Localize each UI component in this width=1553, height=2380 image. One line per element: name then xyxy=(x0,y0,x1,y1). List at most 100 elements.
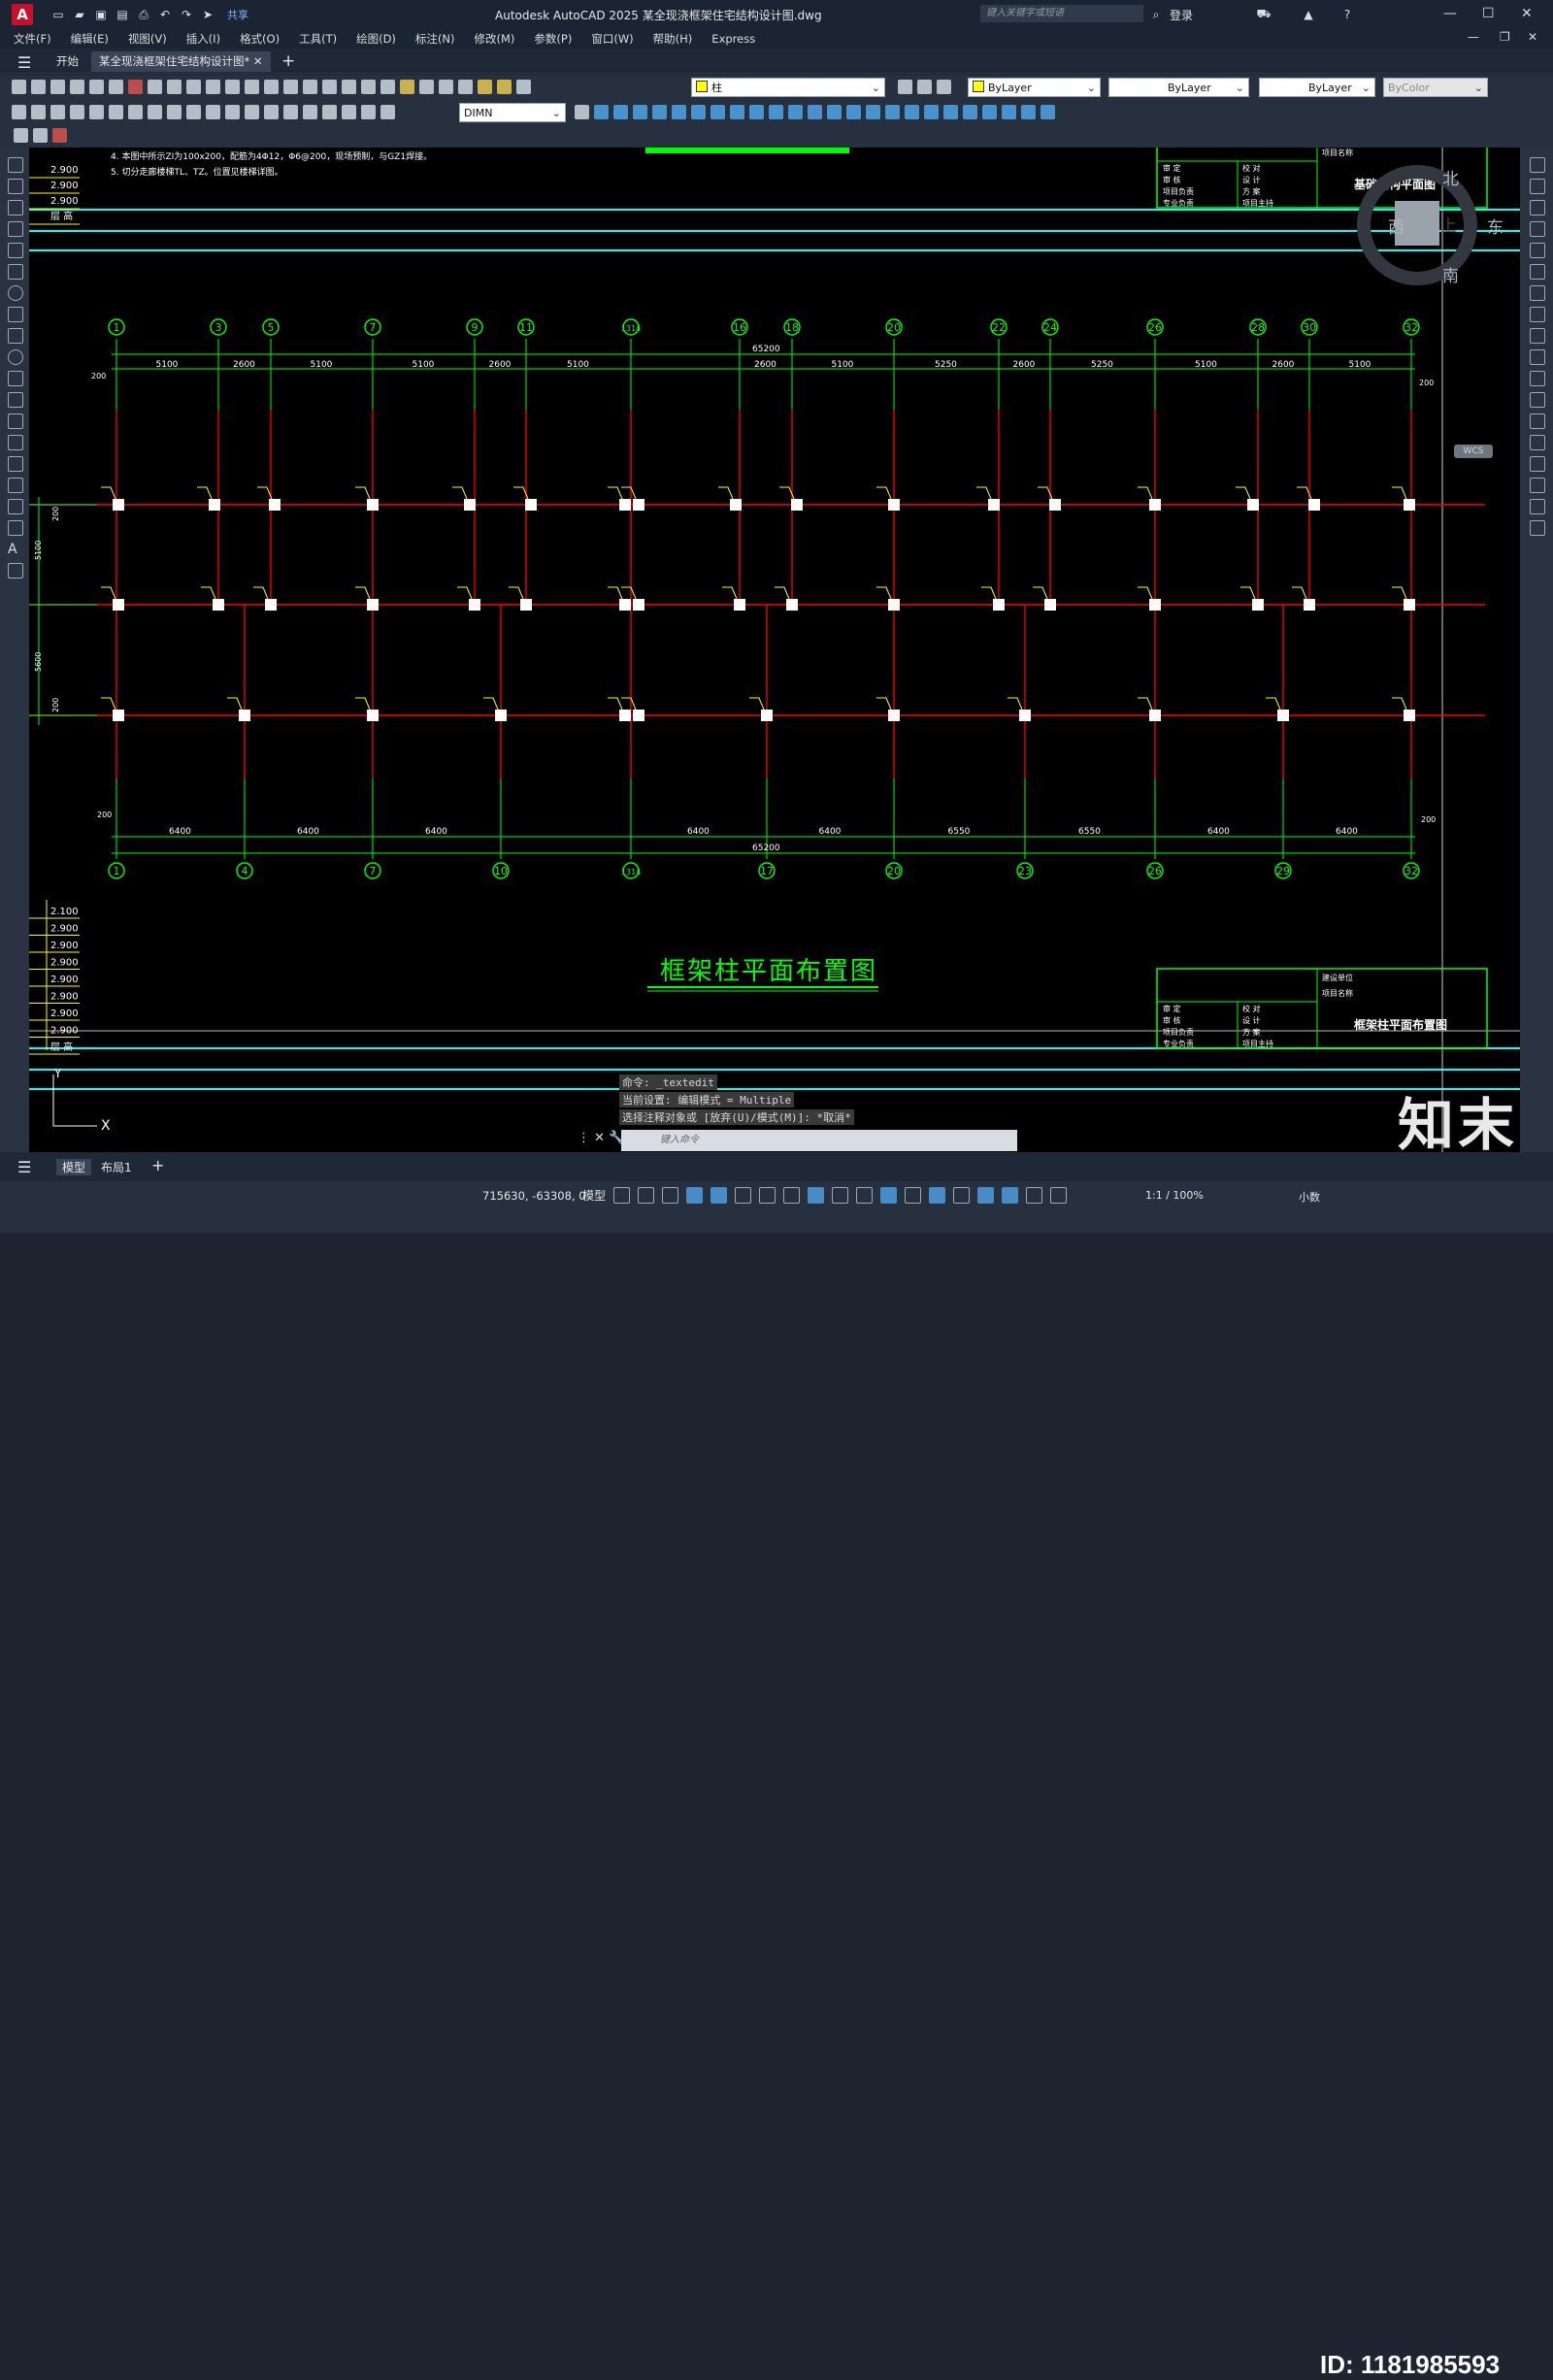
solid-icon-17[interactable] xyxy=(905,105,919,119)
tolerance-icon[interactable] xyxy=(264,105,279,119)
login-button[interactable]: 登录 xyxy=(1170,7,1193,23)
selection-cycling-icon[interactable] xyxy=(880,1187,898,1204)
solid-icon-19[interactable] xyxy=(943,105,958,119)
angular-icon[interactable] xyxy=(148,105,162,119)
solid-icon-1[interactable] xyxy=(594,105,609,119)
make-block-icon[interactable] xyxy=(8,413,23,429)
compass-south[interactable]: 南 xyxy=(1442,262,1459,286)
menu-tools[interactable]: 工具(T) xyxy=(299,31,337,47)
open-folder-icon[interactable]: ▰ xyxy=(72,7,87,22)
layer-dropdown[interactable]: 柱 ⌄ xyxy=(691,78,885,97)
construction-line-icon[interactable] xyxy=(8,179,23,194)
arc-icon[interactable] xyxy=(8,264,23,280)
tool-palettes-icon[interactable] xyxy=(380,80,395,94)
solid-icon-18[interactable] xyxy=(924,105,939,119)
command-input[interactable]: 键入命令 xyxy=(621,1130,1017,1151)
layer-previous-icon[interactable] xyxy=(937,80,951,94)
compass-west[interactable]: 西 xyxy=(1388,214,1404,238)
add-layout-button[interactable]: + xyxy=(151,1156,164,1174)
break-at-point-icon[interactable] xyxy=(1530,392,1545,408)
units-readout[interactable]: 小数 xyxy=(1299,1189,1320,1205)
menu-window[interactable]: 窗口(W) xyxy=(591,31,633,47)
add-selected-icon[interactable] xyxy=(8,563,23,578)
break-icon[interactable] xyxy=(245,105,259,119)
insert-icon[interactable] xyxy=(8,392,23,408)
menu-edit[interactable]: 编辑(E) xyxy=(71,31,109,47)
new-file-icon[interactable]: ▭ xyxy=(50,7,66,22)
solid-icon-4[interactable] xyxy=(652,105,667,119)
hatch-icon[interactable] xyxy=(8,456,23,472)
solid-icon-9[interactable] xyxy=(749,105,764,119)
scale-icon[interactable] xyxy=(1530,307,1545,322)
rotate-icon[interactable] xyxy=(1530,285,1545,301)
solid-icon-2[interactable] xyxy=(613,105,628,119)
menu-modify[interactable]: 修改(M) xyxy=(475,31,515,47)
menu-file[interactable]: 文件(F) xyxy=(14,31,51,47)
solid-icon-10[interactable] xyxy=(769,105,783,119)
solid-icon-24[interactable] xyxy=(1041,105,1055,119)
annotation-visibility-icon[interactable] xyxy=(1002,1187,1019,1204)
ortho-icon[interactable] xyxy=(710,1187,728,1204)
cart-icon[interactable]: ⛟ xyxy=(1256,7,1272,22)
save-icon[interactable] xyxy=(50,80,65,94)
ellipse-arc-icon[interactable] xyxy=(8,371,23,386)
maximize-window-button[interactable]: ☐ xyxy=(1482,6,1495,21)
zoom-realtime-icon[interactable] xyxy=(283,80,298,94)
ordinate-icon[interactable] xyxy=(70,105,84,119)
line-icon[interactable] xyxy=(8,157,23,173)
auto-scale-icon[interactable] xyxy=(1026,1187,1043,1204)
undo-icon[interactable]: ↶ xyxy=(157,7,173,22)
compass-top-face[interactable]: 上 xyxy=(1440,212,1457,236)
space-icon[interactable] xyxy=(225,105,240,119)
layer-match-icon[interactable] xyxy=(917,80,932,94)
redo-icon[interactable] xyxy=(245,80,259,94)
menu-parametric[interactable]: 参数(P) xyxy=(534,31,572,47)
insert-block-icon[interactable] xyxy=(14,128,28,143)
sun-icon[interactable] xyxy=(497,80,512,94)
make-current-icon[interactable] xyxy=(898,80,912,94)
dim-update-icon[interactable] xyxy=(380,105,395,119)
doc-close-button[interactable]: ✕ xyxy=(1528,30,1537,44)
polyline-icon[interactable] xyxy=(8,200,23,215)
gradient-icon[interactable] xyxy=(8,478,23,493)
properties-icon[interactable] xyxy=(342,80,356,94)
solid-icon-8[interactable] xyxy=(730,105,744,119)
coordinates-readout[interactable]: 715630, -63308, 0 xyxy=(482,1189,586,1203)
infer-icon[interactable] xyxy=(662,1187,679,1204)
solid-icon-12[interactable] xyxy=(808,105,822,119)
annotation-scale-icon[interactable] xyxy=(1050,1187,1068,1204)
explode-icon[interactable] xyxy=(1530,520,1545,536)
object-snap-tracking-icon[interactable] xyxy=(783,1187,801,1204)
menu-draw[interactable]: 绘图(D) xyxy=(356,31,396,47)
tab-model[interactable]: 模型 xyxy=(56,1159,92,1175)
dimstyle-dropdown[interactable]: DIMN ⌄ xyxy=(459,103,566,122)
move-icon[interactable] xyxy=(1530,264,1545,280)
mirror-icon[interactable] xyxy=(1530,200,1545,215)
solid-icon-20[interactable] xyxy=(963,105,977,119)
chamfer-icon[interactable] xyxy=(1530,456,1545,472)
dynamic-input-icon[interactable] xyxy=(686,1187,704,1204)
help-icon[interactable]: ? xyxy=(1339,7,1355,22)
diameter-icon[interactable] xyxy=(128,105,143,119)
trim-icon[interactable] xyxy=(1530,349,1545,365)
menu-view[interactable]: 视图(V) xyxy=(128,31,167,47)
array-icon[interactable] xyxy=(1530,243,1545,258)
zoom-window-icon[interactable] xyxy=(303,80,317,94)
menu-icon[interactable]: ☰ xyxy=(17,53,31,72)
gizmo-icon[interactable] xyxy=(977,1187,995,1204)
undo-icon[interactable] xyxy=(225,80,240,94)
region-icon[interactable] xyxy=(8,499,23,514)
snap-icon[interactable] xyxy=(638,1187,655,1204)
solid-icon-15[interactable] xyxy=(866,105,880,119)
ellipse-icon[interactable] xyxy=(8,349,23,365)
revision-cloud-icon[interactable] xyxy=(8,307,23,322)
make-block-icon[interactable] xyxy=(33,128,48,143)
share-icon[interactable]: ➤ xyxy=(200,7,215,22)
close-tab-icon[interactable]: ✕ xyxy=(253,54,263,68)
match-icon[interactable] xyxy=(206,80,220,94)
solid-icon-16[interactable] xyxy=(885,105,900,119)
tab-layout1[interactable]: 布局1 xyxy=(101,1159,132,1175)
jogged-icon[interactable] xyxy=(109,105,123,119)
tab-start[interactable]: 开始 xyxy=(49,51,86,72)
solid-icon-23[interactable] xyxy=(1021,105,1036,119)
